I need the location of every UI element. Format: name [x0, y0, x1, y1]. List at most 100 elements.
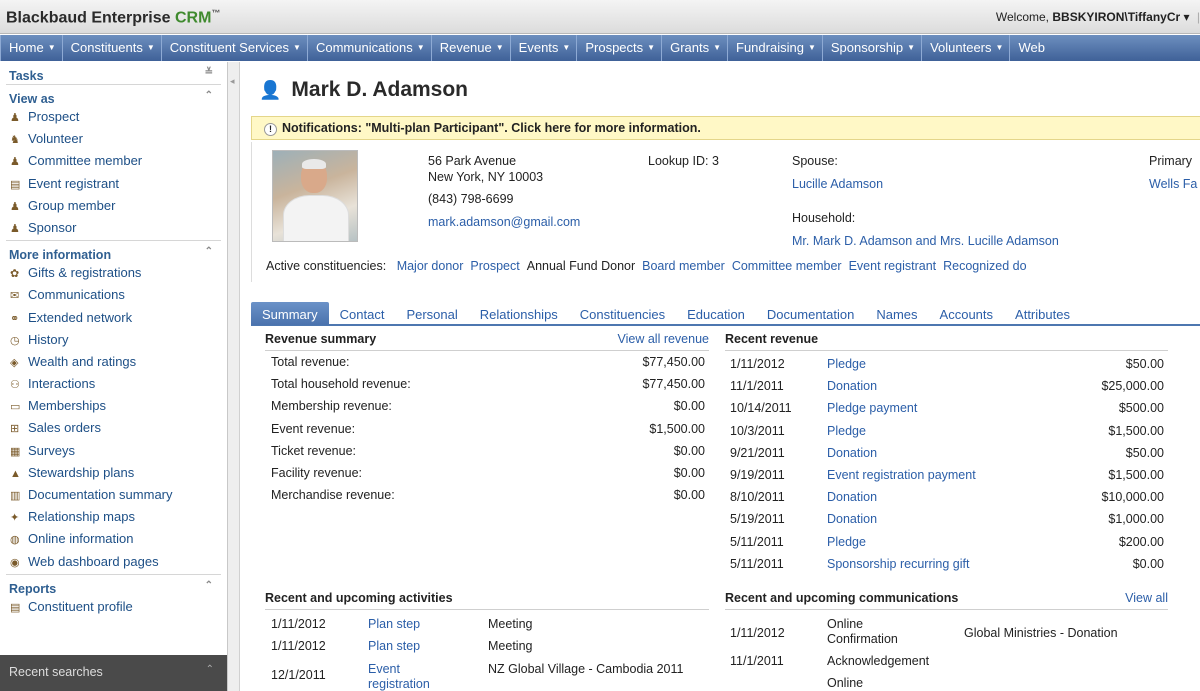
activity-type-link[interactable]: Plan step [368, 639, 458, 654]
nav-web[interactable]: Web [1009, 35, 1051, 61]
tab-contact[interactable]: Contact [329, 302, 396, 325]
revenue-type-link[interactable]: Donation [827, 379, 877, 393]
tab-constituencies[interactable]: Constituencies [569, 302, 676, 325]
recent-searches-header[interactable]: Recent searches ⌃ [0, 655, 227, 691]
collapse-icon[interactable]: ⌃ [205, 90, 213, 101]
constituency-major-donor[interactable]: Major donor [397, 259, 464, 273]
view-all-communications-link[interactable]: View all [1125, 591, 1168, 605]
sidebar-item-constituent-profile[interactable]: ▤ Constituent profile [0, 597, 227, 619]
nav-constituents[interactable]: Constituents ▼ [61, 35, 161, 61]
welcome-menu[interactable]: Welcome, BBSKYIRON\TiffanyCr ▾ | [996, 10, 1200, 24]
revenue-date: 11/1/2011 [730, 379, 784, 394]
activity-type-link[interactable]: Event registration [368, 662, 458, 691]
spouse-link[interactable]: Lucille Adamson [792, 177, 883, 191]
notification-bar[interactable]: ! Notifications: "Multi-plan Participant"… [251, 116, 1200, 140]
collapse-icon[interactable]: ⌃ [205, 246, 213, 257]
table-row[interactable]: 9/19/2011 Event registration payment $1,50… [730, 468, 1164, 490]
activity-type-link[interactable]: Plan step [368, 617, 458, 632]
sidebar-item-prospect[interactable]: ♟ Prospect [0, 107, 227, 129]
table-row[interactable]: 10/14/2011 Pledge payment $500.00 [730, 401, 1164, 423]
nav-home[interactable]: Home ▼ [0, 35, 62, 61]
revenue-summary-header: Revenue summary View all revenue [265, 332, 709, 351]
sidebar-item-event-registrant[interactable]: ▤ Event registrant [0, 174, 227, 196]
sidebar-item-label: Event registrant [28, 175, 120, 191]
sidebar-item-stewardship-plans[interactable]: ▲ Stewardship plans [0, 463, 227, 485]
notification-text[interactable]: Notifications: "Multi-plan Participant".… [282, 121, 701, 135]
sidebar-item-label: Prospect [28, 109, 80, 124]
view-as-header[interactable]: View as ⌃ [0, 85, 227, 107]
tab-education[interactable]: Education [676, 302, 756, 325]
table-row[interactable]: 8/10/2011 Donation $10,000.00 [730, 490, 1164, 512]
sidebar-item-gifts-registrations[interactable]: ✿ Gifts & registrations [0, 263, 227, 285]
table-row[interactable]: 5/11/2011 Pledge $200.00 [730, 535, 1164, 557]
sidebar-item-relationship-maps[interactable]: ✦ Relationship maps [0, 507, 227, 529]
revenue-type-link[interactable]: Pledge payment [827, 401, 917, 415]
revenue-type-link[interactable]: Donation [827, 446, 877, 460]
table-row[interactable]: 11/1/2011 Donation $25,000.00 [730, 379, 1164, 401]
nav-fundraising[interactable]: Fundraising ▼ [727, 35, 822, 61]
revenue-type-link[interactable]: Sponsorship recurring gift [827, 557, 969, 571]
tab-personal[interactable]: Personal [395, 302, 468, 325]
revenue-type-link[interactable]: Event registration payment [827, 468, 976, 482]
revenue-type-link[interactable]: Donation [827, 512, 877, 526]
nav-prospects[interactable]: Prospects ▼ [576, 35, 661, 61]
tasks-header[interactable]: Tasks ≚ [0, 62, 227, 84]
constituency-board-member[interactable]: Board member [642, 259, 725, 273]
nav-constituent-services[interactable]: Constituent Services ▼ [160, 35, 307, 61]
constituency-prospect[interactable]: Prospect [470, 259, 519, 273]
revenue-type-link[interactable]: Pledge [827, 535, 866, 549]
sidebar-item-online-information[interactable]: ◍ Online information [0, 529, 227, 551]
view-all-revenue-link[interactable]: View all revenue [618, 332, 710, 346]
sidebar-item-committee-member[interactable]: ♟ Committee member [0, 151, 227, 173]
tab-attributes[interactable]: Attributes [1004, 302, 1081, 325]
table-row[interactable]: 1/11/2012 Pledge $50.00 [730, 357, 1164, 379]
nav-communications[interactable]: Communications ▼ [306, 35, 431, 61]
table-row[interactable]: 5/11/2011 Sponsorship recurring gift $0.00 [730, 557, 1164, 579]
sidebar-item-communications[interactable]: ✉ Communications [0, 285, 227, 307]
collapse-icon[interactable]: ≚ [205, 67, 213, 78]
reports-header[interactable]: Reports ⌃ [0, 575, 227, 597]
sidebar-item-surveys[interactable]: ▦ Surveys [0, 441, 227, 463]
revenue-type-link[interactable]: Pledge [827, 424, 866, 438]
revenue-type-link[interactable]: Pledge [827, 357, 866, 371]
revenue-label: Merchandise revenue: [271, 488, 395, 503]
sidebar-item-memberships[interactable]: ▭ Memberships [0, 396, 227, 418]
nav-grants[interactable]: Grants ▼ [661, 35, 727, 61]
nav-events[interactable]: Events ▼ [509, 35, 577, 61]
sidebar-item-volunteer[interactable]: ♞ Volunteer [0, 129, 227, 151]
sidebar-item-wealth-and-ratings[interactable]: ◈ Wealth and ratings [0, 352, 227, 374]
nav-revenue[interactable]: Revenue ▼ [430, 35, 510, 61]
table-row[interactable]: 9/21/2011 Donation $50.00 [730, 446, 1164, 468]
tab-documentation[interactable]: Documentation [756, 302, 865, 325]
sidebar-item-interactions[interactable]: ⚇ Interactions [0, 374, 227, 396]
collapse-icon[interactable]: ⌃ [205, 580, 213, 591]
tab-accounts[interactable]: Accounts [929, 302, 1004, 325]
tab-names[interactable]: Names [865, 302, 928, 325]
nav-volunteers[interactable]: Volunteers ▼ [921, 35, 1009, 61]
email-link[interactable]: mark.adamson@gmail.com [428, 215, 580, 229]
household-link[interactable]: Mr. Mark D. Adamson and Mrs. Lucille Ada… [792, 234, 1059, 248]
revenue-date: 5/11/2011 [730, 534, 784, 549]
sidebar-item-sales-orders[interactable]: ⊞ Sales orders [0, 418, 227, 440]
constituency-event-registrant[interactable]: Event registrant [849, 259, 937, 273]
sidebar-item-history[interactable]: ◷ History [0, 330, 227, 352]
more-info-header[interactable]: More information ⌃ [0, 241, 227, 263]
tab-relationships[interactable]: Relationships [469, 302, 569, 325]
nav-sponsorship[interactable]: Sponsorship ▼ [821, 35, 921, 61]
constituency-committee-member[interactable]: Committee member [732, 259, 842, 273]
constituency-recognized-do[interactable]: Recognized do [943, 259, 1026, 273]
sidebar-item-sponsor[interactable]: ♟ Sponsor [0, 218, 227, 240]
revenue-type-link[interactable]: Donation [827, 490, 877, 504]
address-line2: New York, NY 10003 [428, 170, 544, 184]
collapse-icon[interactable]: ⌃ [206, 664, 214, 675]
sidebar-item-web-dashboard-pages[interactable]: ◉ Web dashboard pages [0, 552, 227, 574]
table-row[interactable]: 5/19/2011 Donation $1,000.00 [730, 512, 1164, 534]
sidebar-item-extended-network[interactable]: ⚭ Extended network [0, 308, 227, 330]
table-row[interactable]: 10/3/2011 Pledge $1,500.00 [730, 424, 1164, 446]
tab-summary[interactable]: Summary [251, 302, 329, 325]
sidebar-item-group-member[interactable]: ♟ Group member [0, 196, 227, 218]
sidebar-splitter[interactable]: ◂ [228, 62, 240, 691]
sidebar-item-documentation-summary[interactable]: ▥ Documentation summary [0, 485, 227, 507]
primary-link[interactable]: Wells Fa [1149, 177, 1197, 191]
collapse-sidebar-icon[interactable]: ◂ [230, 76, 235, 87]
